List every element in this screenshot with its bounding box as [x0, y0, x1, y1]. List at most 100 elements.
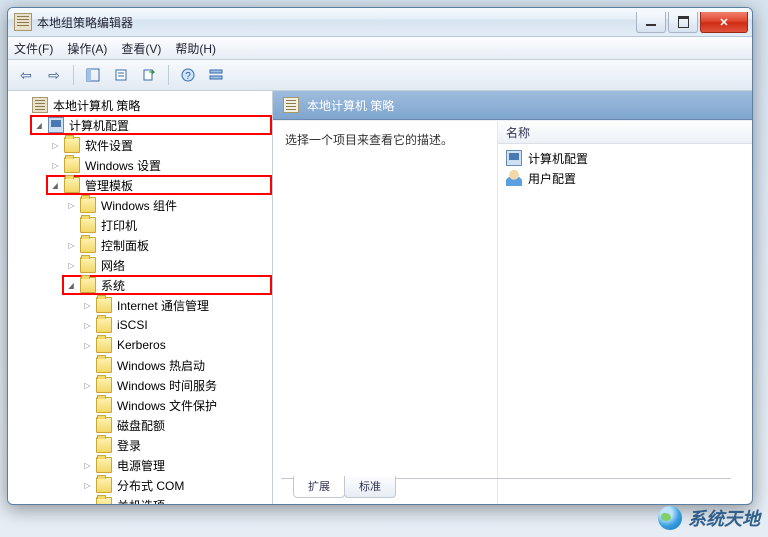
collapse-icon[interactable]	[66, 280, 77, 291]
tree-admin-templates[interactable]: 管理模板	[46, 175, 272, 195]
menu-action[interactable]: 操作(A)	[67, 40, 107, 57]
expand-icon[interactable]	[82, 300, 93, 311]
node-label: 分布式 COM	[115, 477, 186, 494]
close-button[interactable]	[700, 12, 748, 33]
node-label: 登录	[115, 437, 143, 454]
tab-label: 标准	[359, 481, 381, 493]
folder-icon	[96, 417, 112, 433]
console-tree[interactable]: 本地计算机 策略 计算机配置	[8, 91, 272, 504]
collapse-icon[interactable]	[34, 120, 45, 131]
app-icon	[14, 13, 32, 31]
details-header: 本地计算机 策略	[273, 91, 752, 120]
policy-icon	[283, 97, 299, 113]
items-column: 名称 计算机配置 用户配置	[497, 121, 752, 504]
globe-icon	[658, 506, 682, 530]
tab-standard[interactable]: 标准	[344, 476, 396, 498]
folder-icon	[64, 177, 80, 193]
node-label: Internet 通信管理	[115, 297, 211, 314]
expand-icon[interactable]	[66, 240, 77, 251]
view-mode-button[interactable]	[204, 63, 228, 87]
folder-icon	[96, 297, 112, 313]
tree-computer-configuration[interactable]: 计算机配置	[30, 115, 272, 135]
view-tabs: 扩展 标准	[293, 478, 395, 498]
help-button[interactable]: ?	[176, 63, 200, 87]
folder-icon	[64, 137, 80, 153]
back-button[interactable]	[14, 63, 38, 87]
node-label: 网络	[99, 257, 127, 274]
properties-button[interactable]	[109, 63, 133, 87]
tree-software-settings[interactable]: 软件设置	[46, 135, 272, 155]
separator	[73, 65, 74, 85]
menu-help[interactable]: 帮助(H)	[175, 40, 216, 57]
column-header-name[interactable]: 名称	[498, 121, 752, 144]
tree-system[interactable]: 系统	[62, 275, 272, 295]
computer-icon	[506, 150, 522, 166]
tree-disk-quota[interactable]: 磁盘配额	[78, 415, 272, 435]
tree-windows-file-protection[interactable]: Windows 文件保护	[78, 395, 272, 415]
menu-view[interactable]: 查看(V)	[121, 40, 161, 57]
tree-kerberos[interactable]: Kerberos	[78, 335, 272, 355]
svg-text:?: ?	[185, 71, 191, 82]
window-controls	[636, 12, 748, 32]
expand-icon[interactable]	[50, 140, 61, 151]
expand-icon[interactable]	[66, 200, 77, 211]
expand-icon[interactable]	[50, 160, 61, 171]
tree-distributed-com[interactable]: 分布式 COM	[78, 475, 272, 495]
node-label: 控制面板	[99, 237, 151, 254]
show-hide-tree-button[interactable]	[81, 63, 105, 87]
folder-icon	[96, 317, 112, 333]
items-list: 计算机配置 用户配置	[498, 144, 752, 192]
folder-icon	[80, 257, 96, 273]
item-computer-configuration[interactable]: 计算机配置	[498, 148, 752, 168]
content-area: 本地计算机 策略 计算机配置	[8, 91, 752, 504]
node-label: 关机选项	[115, 497, 167, 505]
node-label: 管理模板	[83, 177, 135, 194]
expand-icon[interactable]	[82, 480, 93, 491]
folder-icon	[96, 337, 112, 353]
tree-windows-settings[interactable]: Windows 设置	[46, 155, 272, 175]
folder-icon	[80, 197, 96, 213]
title-bar: 本地组策略编辑器	[8, 8, 752, 37]
tree-shutdown-options[interactable]: 关机选项	[78, 495, 272, 504]
description-column: 选择一个项目来查看它的描述。	[273, 121, 497, 504]
details-title: 本地计算机 策略	[307, 97, 394, 114]
tree-root[interactable]: 本地计算机 策略	[14, 95, 272, 115]
export-list-button[interactable]	[137, 63, 161, 87]
tree-windows-hot-start[interactable]: Windows 热启动	[78, 355, 272, 375]
menu-file[interactable]: 文件(F)	[14, 40, 53, 57]
tree-iscsi[interactable]: iSCSI	[78, 315, 272, 335]
expand-icon[interactable]	[82, 320, 93, 331]
tab-extended[interactable]: 扩展	[293, 476, 345, 498]
separator	[168, 65, 169, 85]
forward-button[interactable]	[42, 63, 66, 87]
tree-power-management[interactable]: 电源管理	[78, 455, 272, 475]
tree-network[interactable]: 网络	[62, 255, 272, 275]
tree-control-panel[interactable]: 控制面板	[62, 235, 272, 255]
tree-windows-time-service[interactable]: Windows 时间服务	[78, 375, 272, 395]
watermark: 系统天地	[658, 505, 760, 531]
minimize-button[interactable]	[636, 12, 666, 33]
node-label: Windows 设置	[83, 157, 163, 174]
tree-windows-components[interactable]: Windows 组件	[62, 195, 272, 215]
expand-icon[interactable]	[82, 460, 93, 471]
tree-logon[interactable]: 登录	[78, 435, 272, 455]
collapse-icon[interactable]	[50, 180, 61, 191]
tab-label: 扩展	[308, 481, 330, 493]
tree-printers[interactable]: 打印机	[62, 215, 272, 235]
item-label: 计算机配置	[528, 150, 588, 167]
node-label: 打印机	[99, 217, 139, 234]
gpedit-window: 本地组策略编辑器 文件(F) 操作(A) 查看(V) 帮助(H) ?	[7, 7, 753, 505]
watermark-text: 系统天地	[688, 505, 760, 531]
tree-internet-comm[interactable]: Internet 通信管理	[78, 295, 272, 315]
details-body: 选择一个项目来查看它的描述。 名称 计算机配置	[273, 120, 752, 504]
expand-icon[interactable]	[82, 340, 93, 351]
maximize-button[interactable]	[668, 12, 698, 33]
expand-icon[interactable]	[82, 380, 93, 391]
folder-icon	[96, 437, 112, 453]
computer-icon	[48, 117, 64, 133]
node-label: Windows 文件保护	[115, 397, 219, 414]
node-label: 本地计算机 策略	[51, 97, 142, 114]
item-user-configuration[interactable]: 用户配置	[498, 168, 752, 188]
policy-icon	[32, 97, 48, 113]
expand-icon[interactable]	[66, 260, 77, 271]
